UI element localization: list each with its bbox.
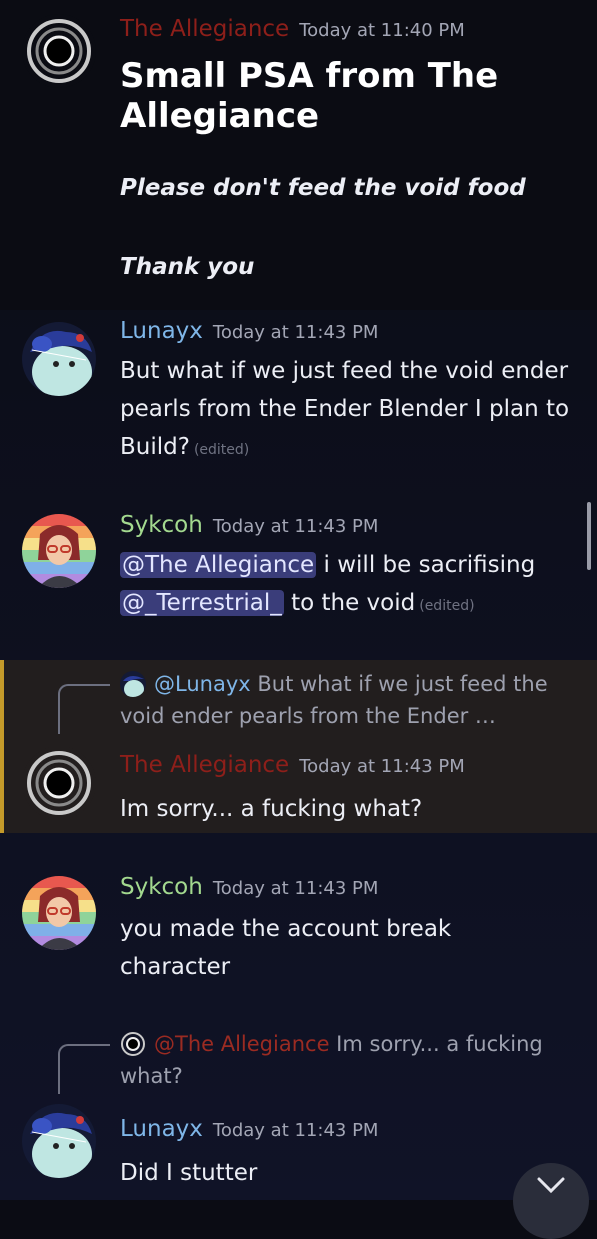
message-lunayx-1: Lunayx Today at 11:43 PM But what if we j… — [0, 310, 597, 490]
lunayx-avatar-icon[interactable] — [22, 1104, 96, 1178]
message-psa: The Allegiance Today at 11:40 PM Small PS… — [0, 0, 597, 310]
message-header: The Allegiance Today at 11:40 PM — [120, 16, 465, 42]
message-text: i will be sacrifising — [316, 552, 536, 578]
reply-preview[interactable]: @Lunayx But what if we just feed the voi… — [120, 668, 580, 732]
author-name[interactable]: Lunayx — [120, 318, 203, 344]
author-name[interactable]: The Allegiance — [120, 752, 289, 778]
reply-preview[interactable]: @The Allegiance Im sorry... a fucking wh… — [120, 1028, 580, 1092]
message-text: But what if we just feed the void ender … — [120, 358, 570, 460]
edited-tag: (edited) — [193, 442, 250, 458]
message-header: Lunayx Today at 11:43 PM — [120, 1116, 378, 1142]
void-avatar-icon[interactable] — [22, 14, 96, 88]
message-header: Sykcoh Today at 11:43 PM — [120, 874, 378, 900]
edited-tag: (edited) — [419, 598, 475, 614]
author-name[interactable]: Lunayx — [120, 1116, 203, 1142]
author-name[interactable]: The Allegiance — [120, 16, 289, 42]
reply-author[interactable]: @Lunayx — [154, 672, 251, 696]
reply-author[interactable]: @The Allegiance — [154, 1032, 330, 1056]
timestamp: Today at 11:40 PM — [299, 20, 465, 41]
message-body: But what if we just feed the void ender … — [120, 352, 585, 469]
user-mention[interactable]: @_Terrestrial_ — [120, 590, 284, 616]
scrollbar-thumb[interactable] — [587, 502, 591, 570]
author-name[interactable]: Sykcoh — [120, 874, 203, 900]
message-header: The Allegiance Today at 11:43 PM — [120, 752, 465, 778]
sykcoh-avatar-icon[interactable] — [22, 514, 96, 588]
reply-connector — [58, 684, 110, 734]
message-text: Im sorry... a fucking what? — [120, 796, 423, 822]
jump-to-bottom-button[interactable] — [513, 1163, 589, 1239]
reply-connector — [58, 1044, 110, 1094]
message-sykcoh-1: Sykcoh Today at 11:43 PM @The Allegiance … — [0, 500, 597, 650]
psa-line: Thank you — [120, 254, 255, 280]
timestamp: Today at 11:43 PM — [299, 756, 465, 777]
chevron-down-icon — [537, 1177, 565, 1194]
message-header: Lunayx Today at 11:43 PM — [120, 318, 378, 344]
message-body: @The Allegiance i will be sacrifising @_T… — [120, 546, 585, 625]
psa-title: Small PSA from The Allegiance — [120, 56, 499, 136]
author-name[interactable]: Sykcoh — [120, 512, 203, 538]
timestamp: Today at 11:43 PM — [212, 322, 379, 343]
message-text: to the void — [283, 590, 416, 616]
message-header: Sykcoh Today at 11:43 PM — [120, 512, 378, 538]
sykcoh-avatar-icon[interactable] — [22, 876, 96, 950]
user-mention[interactable]: @The Allegiance — [120, 552, 317, 578]
lunayx-avatar-icon[interactable] — [22, 322, 96, 396]
message-lunayx-2: @The Allegiance Im sorry... a fucking wh… — [0, 1022, 597, 1200]
timestamp: Today at 11:43 PM — [212, 878, 379, 899]
lunayx-mini-avatar-icon — [120, 671, 146, 697]
void-mini-avatar-icon — [120, 1031, 146, 1057]
message-allegiance-reply: @Lunayx But what if we just feed the voi… — [0, 660, 597, 833]
void-avatar-icon[interactable] — [22, 746, 96, 820]
timestamp: Today at 11:43 PM — [212, 516, 379, 537]
timestamp: Today at 11:43 PM — [212, 1120, 379, 1141]
message-text: you made the account break character — [120, 916, 452, 980]
psa-line: Please don't feed the void food — [120, 175, 526, 201]
message-sykcoh-2: Sykcoh Today at 11:43 PM you made the acc… — [0, 862, 597, 1012]
